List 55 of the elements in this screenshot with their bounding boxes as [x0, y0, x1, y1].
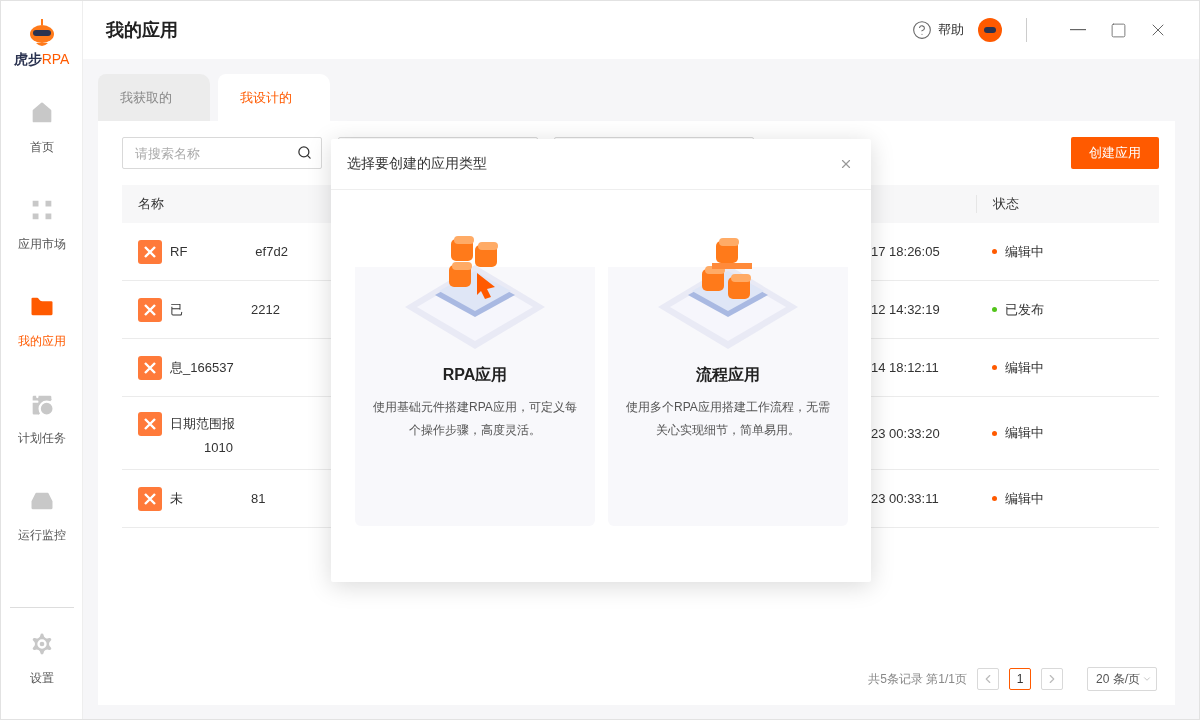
record-summary: 共5条记录 第1/1页	[868, 670, 967, 688]
sidebar-item[interactable]: 计划任务	[1, 382, 82, 455]
app-name: 81	[251, 491, 266, 506]
dialog-title: 选择要创建的应用类型	[347, 155, 488, 173]
app-icon	[138, 411, 162, 436]
settings-item[interactable]: 设置	[1, 622, 82, 695]
sidebar-item[interactable]: 首页	[1, 91, 82, 164]
app-name: 日期范围报	[170, 414, 235, 433]
app-name: 2212	[251, 302, 280, 317]
app-type-card[interactable]: 流程应用 使用多个RPA应用搭建工作流程，无需关心实现细节，简单易用。	[608, 235, 848, 526]
column-header: 状态	[976, 195, 1159, 213]
app-name: 息_166537	[170, 358, 234, 377]
next-page-button[interactable]	[1041, 668, 1063, 690]
help-icon	[912, 20, 932, 40]
status-text: 编辑中	[1005, 358, 1044, 377]
help-button[interactable]: 帮助	[912, 20, 964, 40]
app-icon	[138, 355, 162, 380]
app-icon	[138, 239, 162, 264]
status-text: 编辑中	[1005, 242, 1044, 261]
avatar-icon[interactable]	[978, 18, 1002, 42]
sidebar-item[interactable]: 运行监控	[1, 479, 82, 552]
status-text: 已发布	[1005, 300, 1044, 319]
card-title: RPA应用	[442, 365, 508, 385]
app-type-card[interactable]: RPA应用 使用基础元件搭建RPA应用，可定义每个操作步骤，高度灵活。	[355, 235, 595, 526]
card-description: 使用多个RPA应用搭建工作流程，无需关心实现细节，简单易用。	[625, 399, 831, 439]
time-cell-text: 23 00:33:20	[871, 425, 941, 441]
minimize-icon	[1070, 29, 1086, 31]
sidebar-item[interactable]: 应用市场	[1, 188, 82, 261]
search-icon	[297, 145, 312, 160]
column-header: 名称	[137, 195, 165, 213]
time-cell-text: 17 18:26:05	[871, 244, 941, 259]
robot-logo-icon	[27, 19, 56, 49]
app-name: ef7d2	[255, 244, 288, 259]
page-size-select[interactable]: 20 条/页	[1087, 667, 1157, 691]
app-name: 1010	[204, 439, 234, 455]
page-title: 我的应用	[106, 19, 179, 42]
app-icon	[138, 486, 162, 511]
status-text: 编辑中	[1005, 424, 1044, 442]
maximize-icon	[1109, 21, 1127, 39]
status-text: 编辑中	[1005, 489, 1044, 508]
app-icon	[138, 297, 162, 322]
previous-page-button[interactable]	[977, 668, 999, 690]
card-description: 使用基础元件搭建RPA应用，可定义每个操作步骤，高度灵活。	[372, 399, 578, 439]
logo-text: 虎步RPA	[13, 51, 70, 69]
caret-icon	[1142, 674, 1152, 684]
time-cell-text: 14 18:12:11	[871, 360, 940, 375]
time-cell-text: 23 00:33:11	[871, 491, 940, 506]
search-field[interactable]: 请搜索名称	[122, 137, 322, 169]
app-name: 已	[170, 300, 183, 319]
app-name: 未	[170, 489, 183, 508]
app-name: RF	[170, 244, 188, 259]
page-button[interactable]: 1	[1009, 668, 1031, 690]
close-icon[interactable]	[839, 157, 853, 171]
card-title: 流程应用	[696, 365, 760, 385]
time-cell-text: 12 14:32:19	[871, 302, 941, 317]
